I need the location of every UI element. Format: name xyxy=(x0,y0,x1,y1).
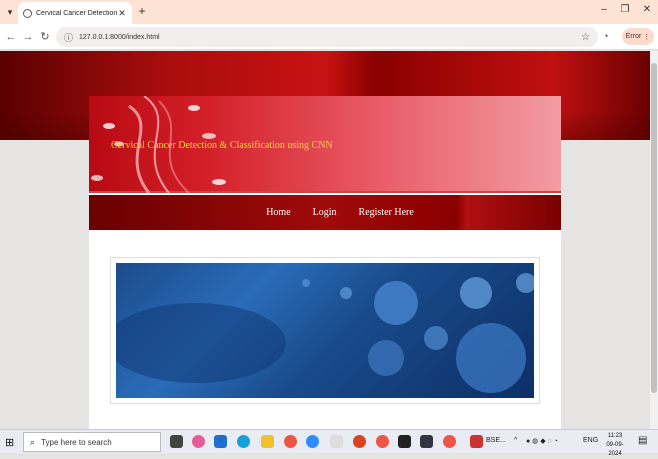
site-info-icon[interactable]: ⓘ xyxy=(64,31,73,44)
os-taskbar: ⊞ ⌕ Type here to search BSE... ^ ● ◍ ◆ ◌… xyxy=(0,429,658,457)
nav-register[interactable]: Register Here xyxy=(359,207,414,218)
error-label: Error xyxy=(625,33,642,40)
search-icon: ⌕ xyxy=(30,436,36,447)
page-viewport: Cervical Cancer Detection & Classificati… xyxy=(0,51,650,429)
system-clock[interactable]: 11:23 09-09-2024 xyxy=(600,432,630,459)
chrome-icon[interactable] xyxy=(284,435,297,448)
page-container: Cervical Cancer Detection & Classificati… xyxy=(89,96,561,429)
file-explorer-icon[interactable] xyxy=(261,435,274,448)
chrome-profile-icon[interactable] xyxy=(376,435,389,448)
tab-search-icon[interactable]: ▾ xyxy=(3,5,17,19)
forward-icon[interactable]: → xyxy=(21,30,35,44)
notifications-icon[interactable]: ▤ xyxy=(638,435,647,446)
site-header: Cervical Cancer Detection & Classificati… xyxy=(89,96,561,193)
error-button[interactable]: Error ⋮ xyxy=(622,28,654,45)
task-view-icon[interactable] xyxy=(170,435,183,448)
main-nav: Home Login Register Here xyxy=(89,195,561,230)
bookmark-star-icon[interactable]: ☆ xyxy=(581,32,590,43)
edge-icon[interactable] xyxy=(237,435,250,448)
clock-time: 11:23 xyxy=(607,433,623,439)
scrollbar-thumb[interactable] xyxy=(651,63,657,393)
chrome-active-icon[interactable] xyxy=(443,435,456,448)
terminal-2-icon[interactable] xyxy=(420,435,433,448)
clock-date: 09-09-2024 xyxy=(606,442,624,457)
mail-icon[interactable] xyxy=(214,435,227,448)
hero-image-frame xyxy=(110,257,540,404)
tab-active[interactable]: Cervical Cancer Detection ✕ xyxy=(18,2,132,24)
language-indicator[interactable]: ENG xyxy=(583,437,598,444)
reload-icon[interactable]: ↻ xyxy=(38,30,52,44)
terminal-icon[interactable] xyxy=(398,435,411,448)
url-text: 127.0.0.1:8000/index.html xyxy=(79,33,160,41)
restore-icon[interactable]: ❐ xyxy=(618,4,632,15)
minimize-icon[interactable]: – xyxy=(597,4,611,15)
tray-chevron-icon[interactable]: ^ xyxy=(514,437,517,444)
bse-app-icon[interactable] xyxy=(470,435,483,448)
copilot-icon[interactable] xyxy=(192,435,205,448)
tab-strip: ▾ Cervical Cancer Detection ✕ + – ❐ ✕ xyxy=(0,0,658,24)
cancer-cells-illustration xyxy=(116,273,534,393)
bse-label[interactable]: BSE... xyxy=(486,437,506,444)
nav-login[interactable]: Login xyxy=(313,207,337,218)
search-placeholder: Type here to search xyxy=(41,437,112,447)
nav-home[interactable]: Home xyxy=(266,207,290,218)
back-icon[interactable]: ← xyxy=(4,30,18,44)
page-scrollbar[interactable] xyxy=(650,51,658,429)
app-icon[interactable] xyxy=(330,435,343,448)
incognito-icon[interactable]: ◔ xyxy=(603,31,608,41)
address-bar[interactable]: ⓘ 127.0.0.1:8000/index.html ☆ xyxy=(56,27,598,47)
windows-start-icon[interactable]: ⊞ xyxy=(5,436,14,449)
taskbar-search[interactable]: ⌕ Type here to search xyxy=(23,432,161,452)
close-window-icon[interactable]: ✕ xyxy=(640,4,654,15)
close-tab-icon[interactable]: ✕ xyxy=(117,8,127,19)
tray-apps-icon[interactable]: ● ◍ ◆ ◌ ◔ xyxy=(526,437,558,445)
browser-toolbar: ← → ↻ ⓘ 127.0.0.1:8000/index.html ☆ ◔ Er… xyxy=(0,24,658,50)
tab-title: Cervical Cancer Detection xyxy=(36,9,117,17)
new-tab-button[interactable]: + xyxy=(136,4,148,18)
globe-icon xyxy=(23,8,32,18)
office-icon[interactable] xyxy=(353,435,366,448)
hero-image xyxy=(116,263,534,398)
site-title: Cervical Cancer Detection & Classificati… xyxy=(111,140,333,151)
zoom-icon[interactable] xyxy=(306,435,319,448)
